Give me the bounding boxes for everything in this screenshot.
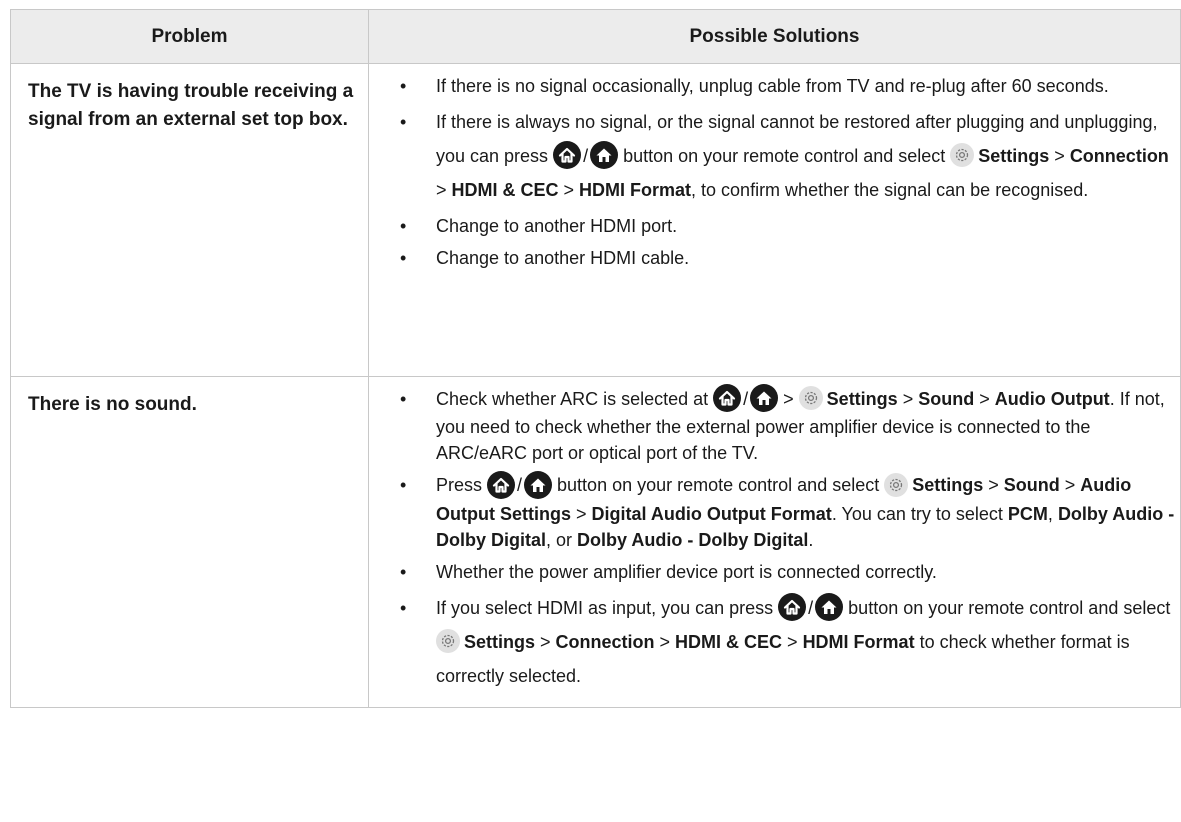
list-item: • Whether the power amplifier device port… (369, 559, 1180, 585)
solution-list: • If there is no signal occasionally, unp… (369, 73, 1180, 271)
list-item: • Change to another HDMI cable. (369, 245, 1180, 271)
solutions-cell: • Check whether ARC is selected at / > Se… (368, 376, 1181, 708)
bullet: • (400, 597, 407, 618)
list-item: • Change to another HDMI port. (369, 213, 1180, 239)
home-icon (778, 593, 806, 621)
list-item: • If there is no signal occasionally, unp… (369, 73, 1180, 99)
home-alt-icon (815, 593, 843, 621)
bullet: • (400, 389, 407, 409)
home-alt-icon (750, 384, 778, 412)
bullet: • (400, 216, 407, 236)
home-alt-icon (524, 471, 552, 499)
solution-list: • Check whether ARC is selected at / > Se… (369, 386, 1180, 693)
bullet: • (400, 561, 407, 582)
home-icon (487, 471, 515, 499)
menu-path: Settings (978, 146, 1050, 166)
header-row: Problem Possible Solutions (10, 9, 1181, 64)
list-item: • If there is always no signal, or the si… (369, 105, 1180, 207)
bullet: • (400, 248, 407, 268)
home-icon (713, 384, 741, 412)
gear-icon (799, 386, 823, 410)
bullet: • (400, 76, 407, 96)
home-icon (553, 141, 581, 169)
table-row: There is no sound. • Check whether ARC is… (10, 376, 1181, 708)
list-item: • Check whether ARC is selected at / > Se… (369, 386, 1180, 466)
list-item: • If you select HDMI as input, you can pr… (369, 591, 1180, 693)
solutions-cell: • If there is no signal occasionally, unp… (368, 63, 1181, 377)
gear-icon (436, 629, 460, 653)
problem-cell: The TV is having trouble receiving a sig… (10, 63, 369, 377)
troubleshooting-table: Problem Possible Solutions The TV is hav… (10, 9, 1181, 708)
bullet: • (400, 112, 407, 132)
table-row: The TV is having trouble receiving a sig… (10, 63, 1181, 377)
gear-icon (950, 143, 974, 167)
solutions-header: Possible Solutions (368, 9, 1181, 64)
problem-header: Problem (10, 9, 369, 64)
home-alt-icon (590, 141, 618, 169)
bullet: • (400, 475, 407, 496)
gear-icon (884, 473, 908, 497)
list-item: • Press / button on your remote control a… (369, 472, 1180, 552)
problem-cell: There is no sound. (10, 376, 369, 708)
